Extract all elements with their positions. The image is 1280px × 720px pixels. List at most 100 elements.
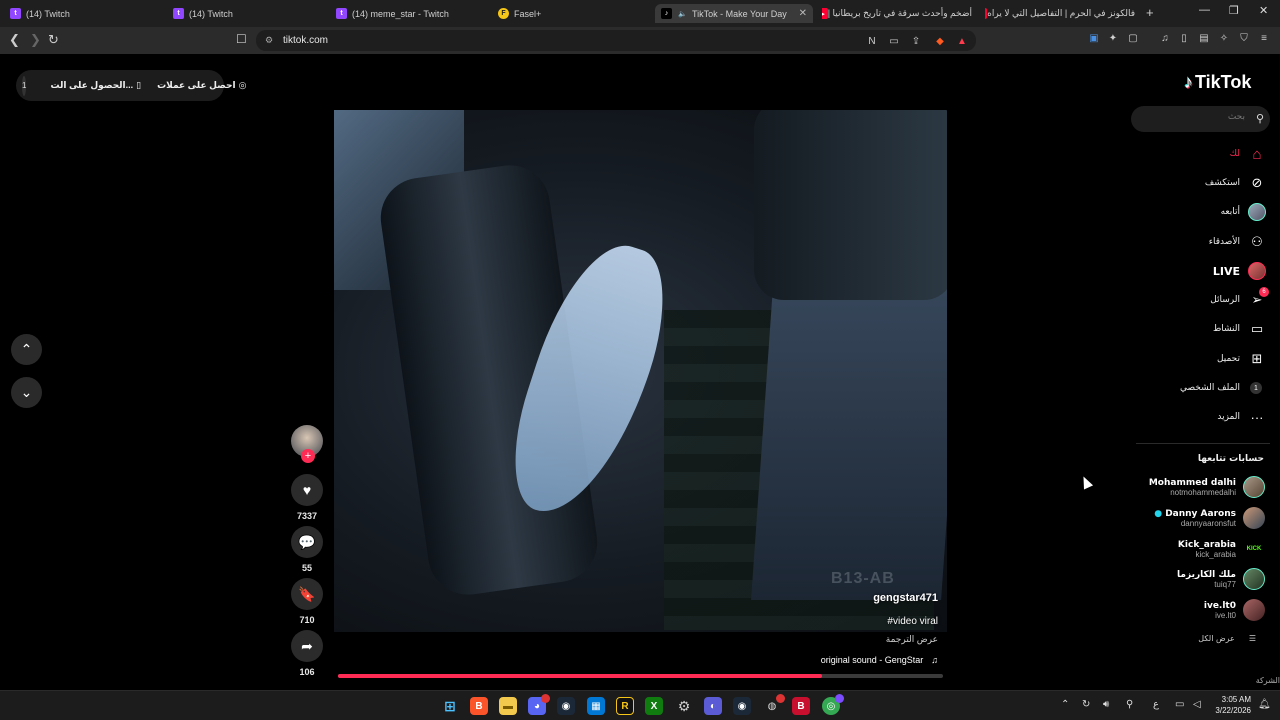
reload-icon[interactable]: ↻ bbox=[48, 32, 59, 48]
sidebar-item-activity[interactable]: النشاط ▭ bbox=[1140, 317, 1268, 341]
microphone-icon[interactable]: ⚲ bbox=[1126, 699, 1133, 710]
leo-icon[interactable]: ✧ bbox=[1218, 33, 1230, 45]
video-player[interactable]: B13-AB gengstar471 #video viral bbox=[334, 110, 947, 632]
follow-plus-icon[interactable]: + bbox=[301, 449, 315, 463]
network-icon[interactable]: ▭ bbox=[1175, 699, 1184, 710]
cast-icon[interactable]: ▭ bbox=[888, 36, 900, 48]
settings-icon[interactable]: ⚙ bbox=[675, 697, 693, 715]
extension-icon[interactable]: ▣ bbox=[1088, 33, 1100, 45]
file-explorer-icon[interactable]: ▬ bbox=[499, 697, 517, 715]
logo-text: TikTok bbox=[1195, 72, 1252, 92]
previous-video-button[interactable]: ⌃ bbox=[11, 334, 42, 365]
speaker-icon[interactable]: 🔈 bbox=[677, 8, 688, 19]
speaker-icon[interactable]: ◁ bbox=[1193, 699, 1201, 710]
browser-tab[interactable]: t (14) meme_star - Twitch bbox=[336, 4, 486, 23]
menu-icon[interactable]: ≡ bbox=[1258, 33, 1270, 45]
screenshot-icon[interactable]: ▢ bbox=[1127, 33, 1139, 45]
sidebar-item-explore[interactable]: استكشف ⊘ bbox=[1140, 171, 1268, 195]
bookmark-icon[interactable]: ☐ bbox=[236, 32, 247, 46]
url-field[interactable]: ⚙ tiktok.com N ▭ ⇪ ◆ ▲ bbox=[256, 30, 976, 51]
system-clock[interactable]: 3:05 AM 3/22/2026 bbox=[1213, 694, 1251, 716]
video-progress-bar[interactable] bbox=[338, 674, 943, 678]
save-button[interactable]: 🔖 bbox=[291, 578, 323, 610]
brave-rewards-icon[interactable]: ▲ bbox=[956, 36, 968, 48]
search-icon[interactable]: ⚲ bbox=[1256, 112, 1264, 125]
share-icon[interactable]: ⇪ bbox=[910, 36, 922, 48]
game-launcher-icon[interactable]: B bbox=[792, 697, 810, 715]
see-all-link[interactable]: عرض الكل ☰ bbox=[1198, 634, 1256, 643]
sound-link[interactable]: original sound - GengStar ♫ bbox=[821, 655, 938, 665]
sidebar-item-upload[interactable]: تحميل ⊞ bbox=[1140, 347, 1268, 371]
app-icon[interactable]: ◐ bbox=[704, 697, 722, 715]
rockstar-icon[interactable]: R bbox=[616, 697, 634, 715]
get-coins-button[interactable]: احصل على عملات ◎ bbox=[157, 80, 246, 91]
video-caption[interactable]: #video viral bbox=[887, 616, 938, 627]
bookmark-icon: 🔖 bbox=[298, 585, 316, 602]
forward-icon[interactable]: ❯ bbox=[30, 32, 41, 48]
puzzle-icon[interactable]: ✦ bbox=[1107, 33, 1119, 45]
brave-icon[interactable]: B bbox=[470, 697, 488, 715]
steam-icon[interactable]: ◉ bbox=[557, 697, 575, 715]
notice-count[interactable]: 1 bbox=[22, 75, 27, 96]
search-input[interactable] bbox=[1141, 112, 1245, 122]
vpn-icon[interactable]: ⛉ bbox=[1238, 33, 1250, 45]
close-window-icon[interactable]: ✕ bbox=[1259, 4, 1268, 17]
sidebar-item-live[interactable]: LIVE bbox=[1140, 259, 1268, 283]
tab-title: أضخم وأحدث سرقة في تاريخ بريطانيا | bbox=[827, 8, 972, 18]
brave-shield-icon[interactable]: ◆ bbox=[934, 36, 946, 48]
notifications-icon[interactable]: 🔔︎ bbox=[1258, 699, 1271, 710]
promo-bar: 1 الحصول على الت... ▯ احصل على عملات ◎ bbox=[16, 70, 246, 101]
input-language[interactable]: ع bbox=[1153, 699, 1159, 710]
store-icon[interactable]: ▦ bbox=[587, 697, 605, 715]
account-handle: tuiq77 bbox=[1214, 579, 1236, 589]
chrome-icon[interactable]: ◎ bbox=[822, 694, 844, 715]
account-handle: ive.lt0 bbox=[1215, 610, 1236, 620]
sync-icon[interactable]: ↻ bbox=[1082, 699, 1090, 710]
close-tab-icon[interactable]: ✕ bbox=[799, 8, 807, 19]
sidebar-item-following[interactable]: أتابعه bbox=[1140, 200, 1268, 224]
sidebar-icon[interactable]: ▯ bbox=[1178, 33, 1190, 45]
video-author[interactable]: gengstar471 bbox=[873, 592, 938, 604]
get-app-button[interactable]: الحصول على الت... ▯ bbox=[50, 80, 141, 91]
browser-tab-active[interactable]: ♪ 🔈 TikTok - Make Your Day ✕ bbox=[655, 4, 813, 23]
new-tab-icon[interactable]: + bbox=[1146, 5, 1154, 20]
tray-expand-icon[interactable]: ⌃ bbox=[1061, 699, 1069, 710]
discord-icon[interactable]: ◕ bbox=[528, 694, 550, 715]
browser-tab[interactable]: أضخم وأحدث سرقة في تاريخ بريطانيا | ▶ bbox=[822, 4, 972, 23]
browser-tab[interactable]: F Fasel+ bbox=[498, 4, 648, 23]
wallet-icon[interactable]: ▤ bbox=[1198, 33, 1210, 45]
sidebar-item-more[interactable]: المزيد ··· bbox=[1140, 405, 1268, 429]
start-icon[interactable]: ⊞ bbox=[441, 697, 459, 715]
volume-icon[interactable]: 🔊︎ bbox=[1103, 699, 1109, 710]
followed-account[interactable]: ● Danny Aarons dannyaaronsfut bbox=[1130, 504, 1265, 532]
music-icon[interactable]: ♫ bbox=[1159, 33, 1171, 45]
translate-icon[interactable]: N bbox=[866, 36, 878, 48]
video-progress-fill bbox=[338, 674, 822, 678]
sidebar-item-messages[interactable]: الرسائل ➢ 6 bbox=[1140, 287, 1269, 312]
sidebar-item-profile[interactable]: الملف الشخصي 1 bbox=[1140, 376, 1268, 400]
browser-tab[interactable]: فالكونز في الحرم | التفاصيل التي لا يراه… bbox=[985, 4, 1135, 23]
sidebar-item-friends[interactable]: الأصدقاء ⚇ bbox=[1140, 230, 1268, 254]
browser-tab[interactable]: t (14) Twitch bbox=[173, 4, 323, 23]
maximize-icon[interactable]: ❐ bbox=[1229, 4, 1239, 17]
footer-company-link[interactable]: الشركة bbox=[1256, 676, 1280, 685]
tiktok-logo[interactable]: ♪ TikTok bbox=[1184, 72, 1251, 93]
back-icon[interactable]: ❮ bbox=[9, 32, 20, 48]
share-button[interactable]: ➦ bbox=[291, 630, 323, 662]
followed-account[interactable]: ive.lt0 ive.lt0 bbox=[1130, 596, 1265, 624]
followed-account[interactable]: Mohammed dalhi notmohammedalhi bbox=[1130, 473, 1265, 501]
xbox-icon[interactable]: X bbox=[645, 697, 663, 715]
followed-account[interactable]: ملك الكاريزما tuiq77 bbox=[1130, 565, 1265, 593]
sidebar-item-for-you[interactable]: لك ⌂ bbox=[1140, 142, 1268, 166]
comment-button[interactable]: 💬 bbox=[291, 526, 323, 558]
steam-icon[interactable]: ◉ bbox=[733, 697, 751, 715]
browser-tab[interactable]: t (14) Twitch bbox=[10, 4, 160, 23]
like-button[interactable]: ♥ bbox=[291, 474, 323, 506]
minimize-icon[interactable]: — bbox=[1199, 4, 1210, 16]
next-video-button[interactable]: ⌄ bbox=[11, 377, 42, 408]
following-accounts-title: حسابات تتابعها bbox=[1197, 454, 1264, 464]
followed-account[interactable]: Kick_arabia kick_arabia KICK bbox=[1130, 535, 1265, 563]
site-info-icon[interactable]: ⚙ bbox=[265, 35, 273, 46]
obs-icon[interactable]: ◍ bbox=[763, 694, 785, 715]
see-translation-link[interactable]: عرض الترجمة bbox=[886, 634, 938, 645]
